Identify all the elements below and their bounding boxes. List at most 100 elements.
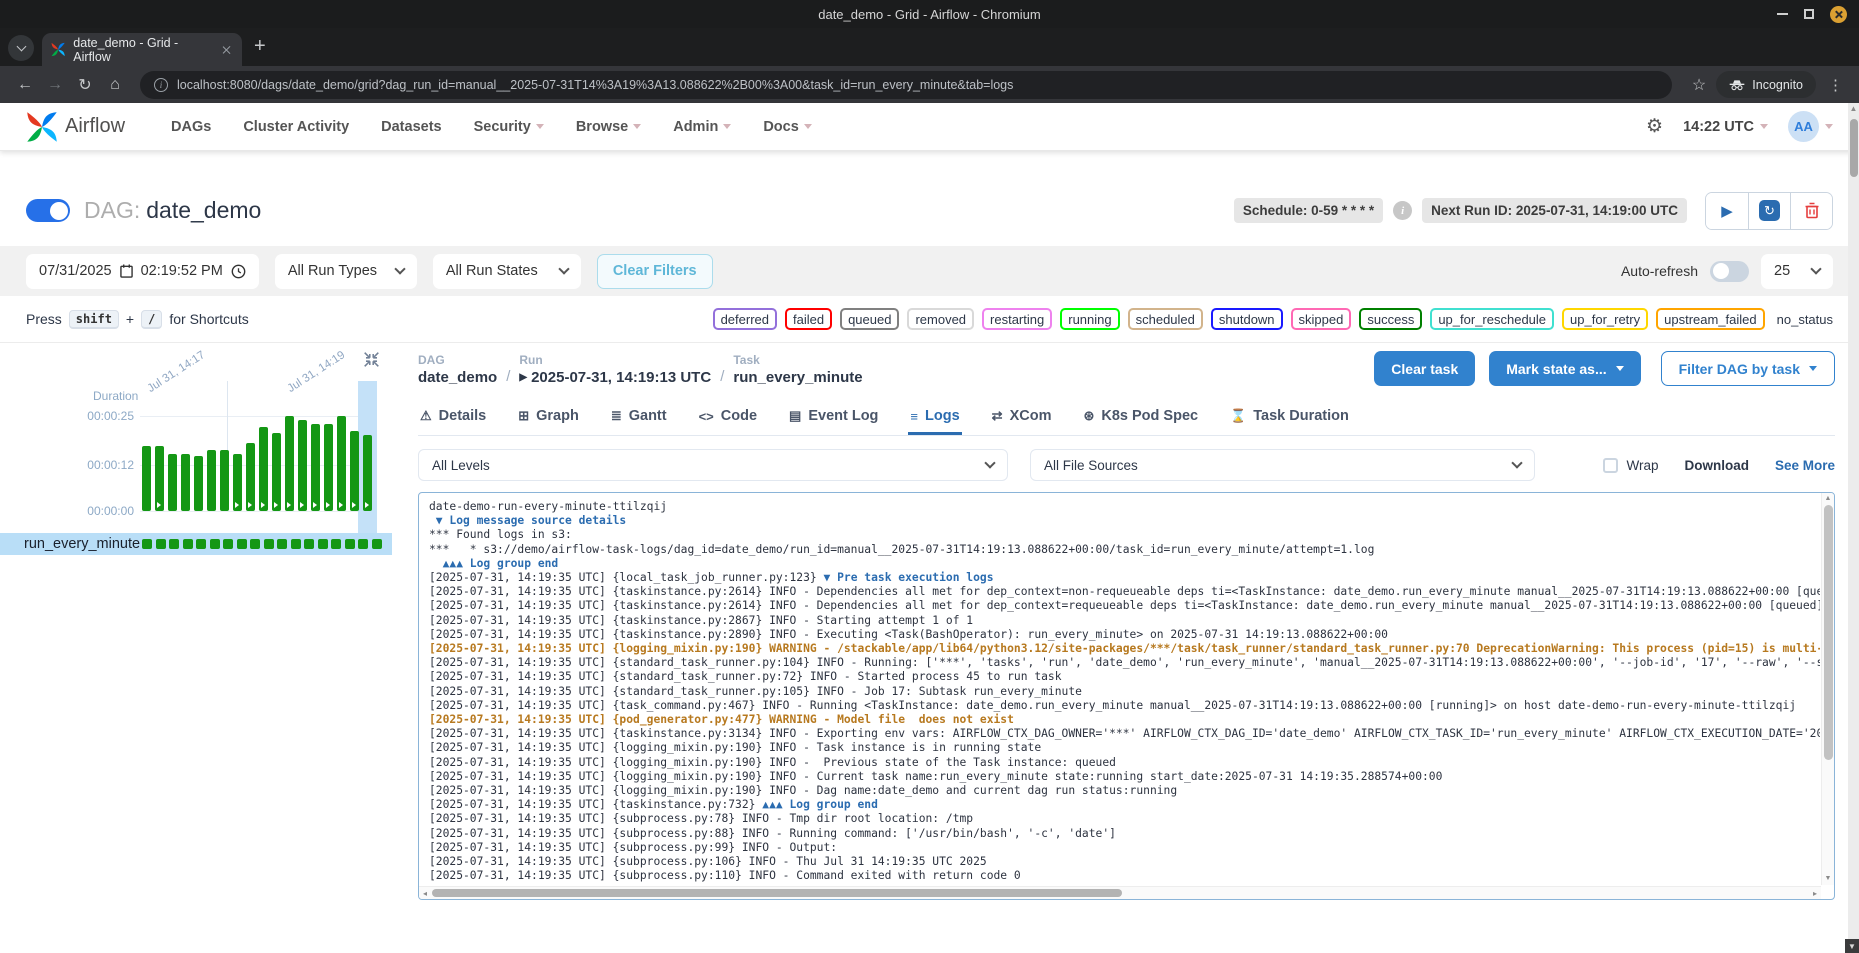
- task-run-square[interactable]: [237, 539, 247, 549]
- task-run-square[interactable]: [318, 539, 328, 549]
- url-bar[interactable]: i localhost:8080/dags/date_demo/grid?dag…: [140, 71, 1672, 99]
- duration-bar[interactable]: [142, 446, 151, 511]
- scroll-down-icon[interactable]: ▼: [1822, 873, 1834, 885]
- task-run-square[interactable]: [291, 539, 301, 549]
- see-more-link[interactable]: See More: [1775, 458, 1835, 473]
- forward-icon[interactable]: →: [40, 70, 70, 100]
- breadcrumb-task-value[interactable]: run_every_minute: [733, 369, 862, 386]
- scroll-left-icon[interactable]: ◂: [419, 887, 431, 899]
- auto-refresh-toggle[interactable]: [1710, 261, 1749, 282]
- clear-filters-button[interactable]: Clear Filters: [597, 254, 713, 289]
- dag-pause-toggle[interactable]: [26, 199, 70, 222]
- nav-item-dags[interactable]: DAGs: [171, 119, 211, 135]
- download-link[interactable]: Download: [1684, 458, 1749, 473]
- reparse-dag-button[interactable]: ↻: [1748, 193, 1790, 229]
- bookmark-star-icon[interactable]: ☆: [1692, 75, 1706, 95]
- duration-bar[interactable]: [350, 431, 359, 511]
- timezone-selector[interactable]: 14:22 UTC: [1683, 119, 1768, 135]
- airflow-brand[interactable]: Airflow: [26, 111, 125, 143]
- back-icon[interactable]: ←: [10, 70, 40, 100]
- task-name[interactable]: run_every_minute: [24, 536, 140, 552]
- duration-bar[interactable]: [168, 454, 177, 511]
- duration-bar[interactable]: [259, 427, 268, 511]
- nav-item-admin[interactable]: Admin: [673, 119, 731, 135]
- duration-bar[interactable]: [272, 433, 281, 511]
- tab-search-button[interactable]: [8, 35, 34, 61]
- tab-gantt[interactable]: ≣Gantt: [609, 402, 669, 435]
- task-run-square[interactable]: [183, 539, 193, 549]
- duration-bar[interactable]: [207, 450, 216, 511]
- tab-event-log[interactable]: ▤Event Log: [787, 402, 880, 435]
- log-sources-select[interactable]: All File Sources: [1030, 449, 1535, 481]
- task-run-square[interactable]: [331, 539, 341, 549]
- nav-item-cluster-activity[interactable]: Cluster Activity: [243, 119, 349, 135]
- user-menu[interactable]: AA: [1788, 111, 1833, 142]
- new-tab-button[interactable]: +: [254, 35, 266, 58]
- browser-tab[interactable]: date_demo - Grid - Airflow: [42, 33, 242, 66]
- duration-bar[interactable]: [220, 450, 229, 511]
- duration-bar[interactable]: [363, 435, 372, 511]
- scroll-up-icon[interactable]: ▲: [1822, 493, 1834, 505]
- log-levels-select[interactable]: All Levels: [418, 449, 1008, 481]
- tab-details[interactable]: ⚠Details: [418, 402, 488, 435]
- log-horizontal-scrollbar[interactable]: ◂ ▸: [419, 886, 1821, 899]
- nav-item-docs[interactable]: Docs: [763, 119, 811, 135]
- scroll-corner[interactable]: ▼: [1845, 939, 1859, 953]
- duration-bar[interactable]: [181, 454, 190, 511]
- wrap-checkbox[interactable]: [1603, 458, 1618, 473]
- duration-bar[interactable]: [285, 416, 294, 511]
- run-types-select[interactable]: All Run Types: [275, 254, 417, 289]
- nav-item-datasets[interactable]: Datasets: [381, 119, 441, 135]
- tab-task-duration[interactable]: ⌛Task Duration: [1228, 402, 1351, 435]
- scroll-right-icon[interactable]: ▸: [1809, 887, 1821, 899]
- minimize-icon[interactable]: [1777, 13, 1788, 15]
- tab-xcom[interactable]: ⇄XCom: [990, 402, 1054, 435]
- tab-code[interactable]: <>Code: [697, 402, 759, 435]
- breadcrumb-run-value[interactable]: ▶ 2025-07-31, 14:19:13 UTC: [519, 369, 711, 386]
- nav-item-browse[interactable]: Browse: [576, 119, 641, 135]
- nav-item-security[interactable]: Security: [474, 119, 544, 135]
- clear-task-button[interactable]: Clear task: [1374, 351, 1475, 386]
- duration-bar[interactable]: [324, 424, 333, 511]
- duration-bar[interactable]: [155, 446, 164, 511]
- task-run-square[interactable]: [358, 539, 368, 549]
- task-row[interactable]: run_every_minute: [0, 533, 392, 555]
- task-run-square[interactable]: [372, 539, 382, 549]
- duration-bar[interactable]: [298, 420, 307, 511]
- task-run-square[interactable]: [142, 539, 152, 549]
- tab-close-icon[interactable]: [220, 43, 233, 57]
- home-icon[interactable]: ⌂: [100, 70, 130, 100]
- tab-graph[interactable]: ⊞Graph: [516, 402, 581, 435]
- task-run-square[interactable]: [196, 539, 206, 549]
- duration-bar[interactable]: [233, 454, 242, 511]
- duration-bar[interactable]: [246, 443, 255, 511]
- browser-menu-icon[interactable]: ⋮: [1828, 76, 1843, 94]
- delete-dag-button[interactable]: [1790, 193, 1832, 229]
- page-size-select[interactable]: 25: [1761, 254, 1833, 289]
- log-vscroll-thumb[interactable]: [1824, 505, 1833, 760]
- task-run-square[interactable]: [277, 539, 287, 549]
- datetime-filter-input[interactable]: 07/31/2025 02:19:52 PM: [26, 254, 259, 289]
- run-states-select[interactable]: All Run States: [433, 254, 581, 289]
- task-run-square[interactable]: [304, 539, 314, 549]
- reload-icon[interactable]: ↻: [70, 70, 100, 100]
- log-content[interactable]: date-demo-run-every-minute-ttilzqij ▼ Lo…: [419, 497, 1820, 885]
- site-info-icon[interactable]: i: [154, 78, 168, 92]
- page-scrollbar[interactable]: ▲: [1848, 103, 1859, 939]
- task-run-square[interactable]: [345, 539, 355, 549]
- wrap-control[interactable]: Wrap: [1603, 458, 1658, 473]
- tab-k8s-pod-spec[interactable]: ⊛K8s Pod Spec: [1081, 402, 1200, 435]
- task-run-square[interactable]: [169, 539, 179, 549]
- breadcrumb-dag-value[interactable]: date_demo: [418, 369, 497, 386]
- filter-dag-button[interactable]: Filter DAG by task: [1661, 351, 1835, 386]
- duration-bar[interactable]: [311, 424, 320, 511]
- tab-logs[interactable]: ≡Logs: [908, 402, 961, 435]
- schedule-info-icon[interactable]: i: [1393, 201, 1412, 220]
- mark-state-button[interactable]: Mark state as...: [1489, 351, 1640, 386]
- close-icon[interactable]: [1830, 6, 1847, 23]
- task-run-square[interactable]: [210, 539, 220, 549]
- task-run-square[interactable]: [156, 539, 166, 549]
- log-hscroll-thumb[interactable]: [432, 889, 1122, 897]
- scroll-up-icon[interactable]: ▲: [1848, 103, 1859, 115]
- trigger-dag-button[interactable]: ▶: [1706, 193, 1748, 229]
